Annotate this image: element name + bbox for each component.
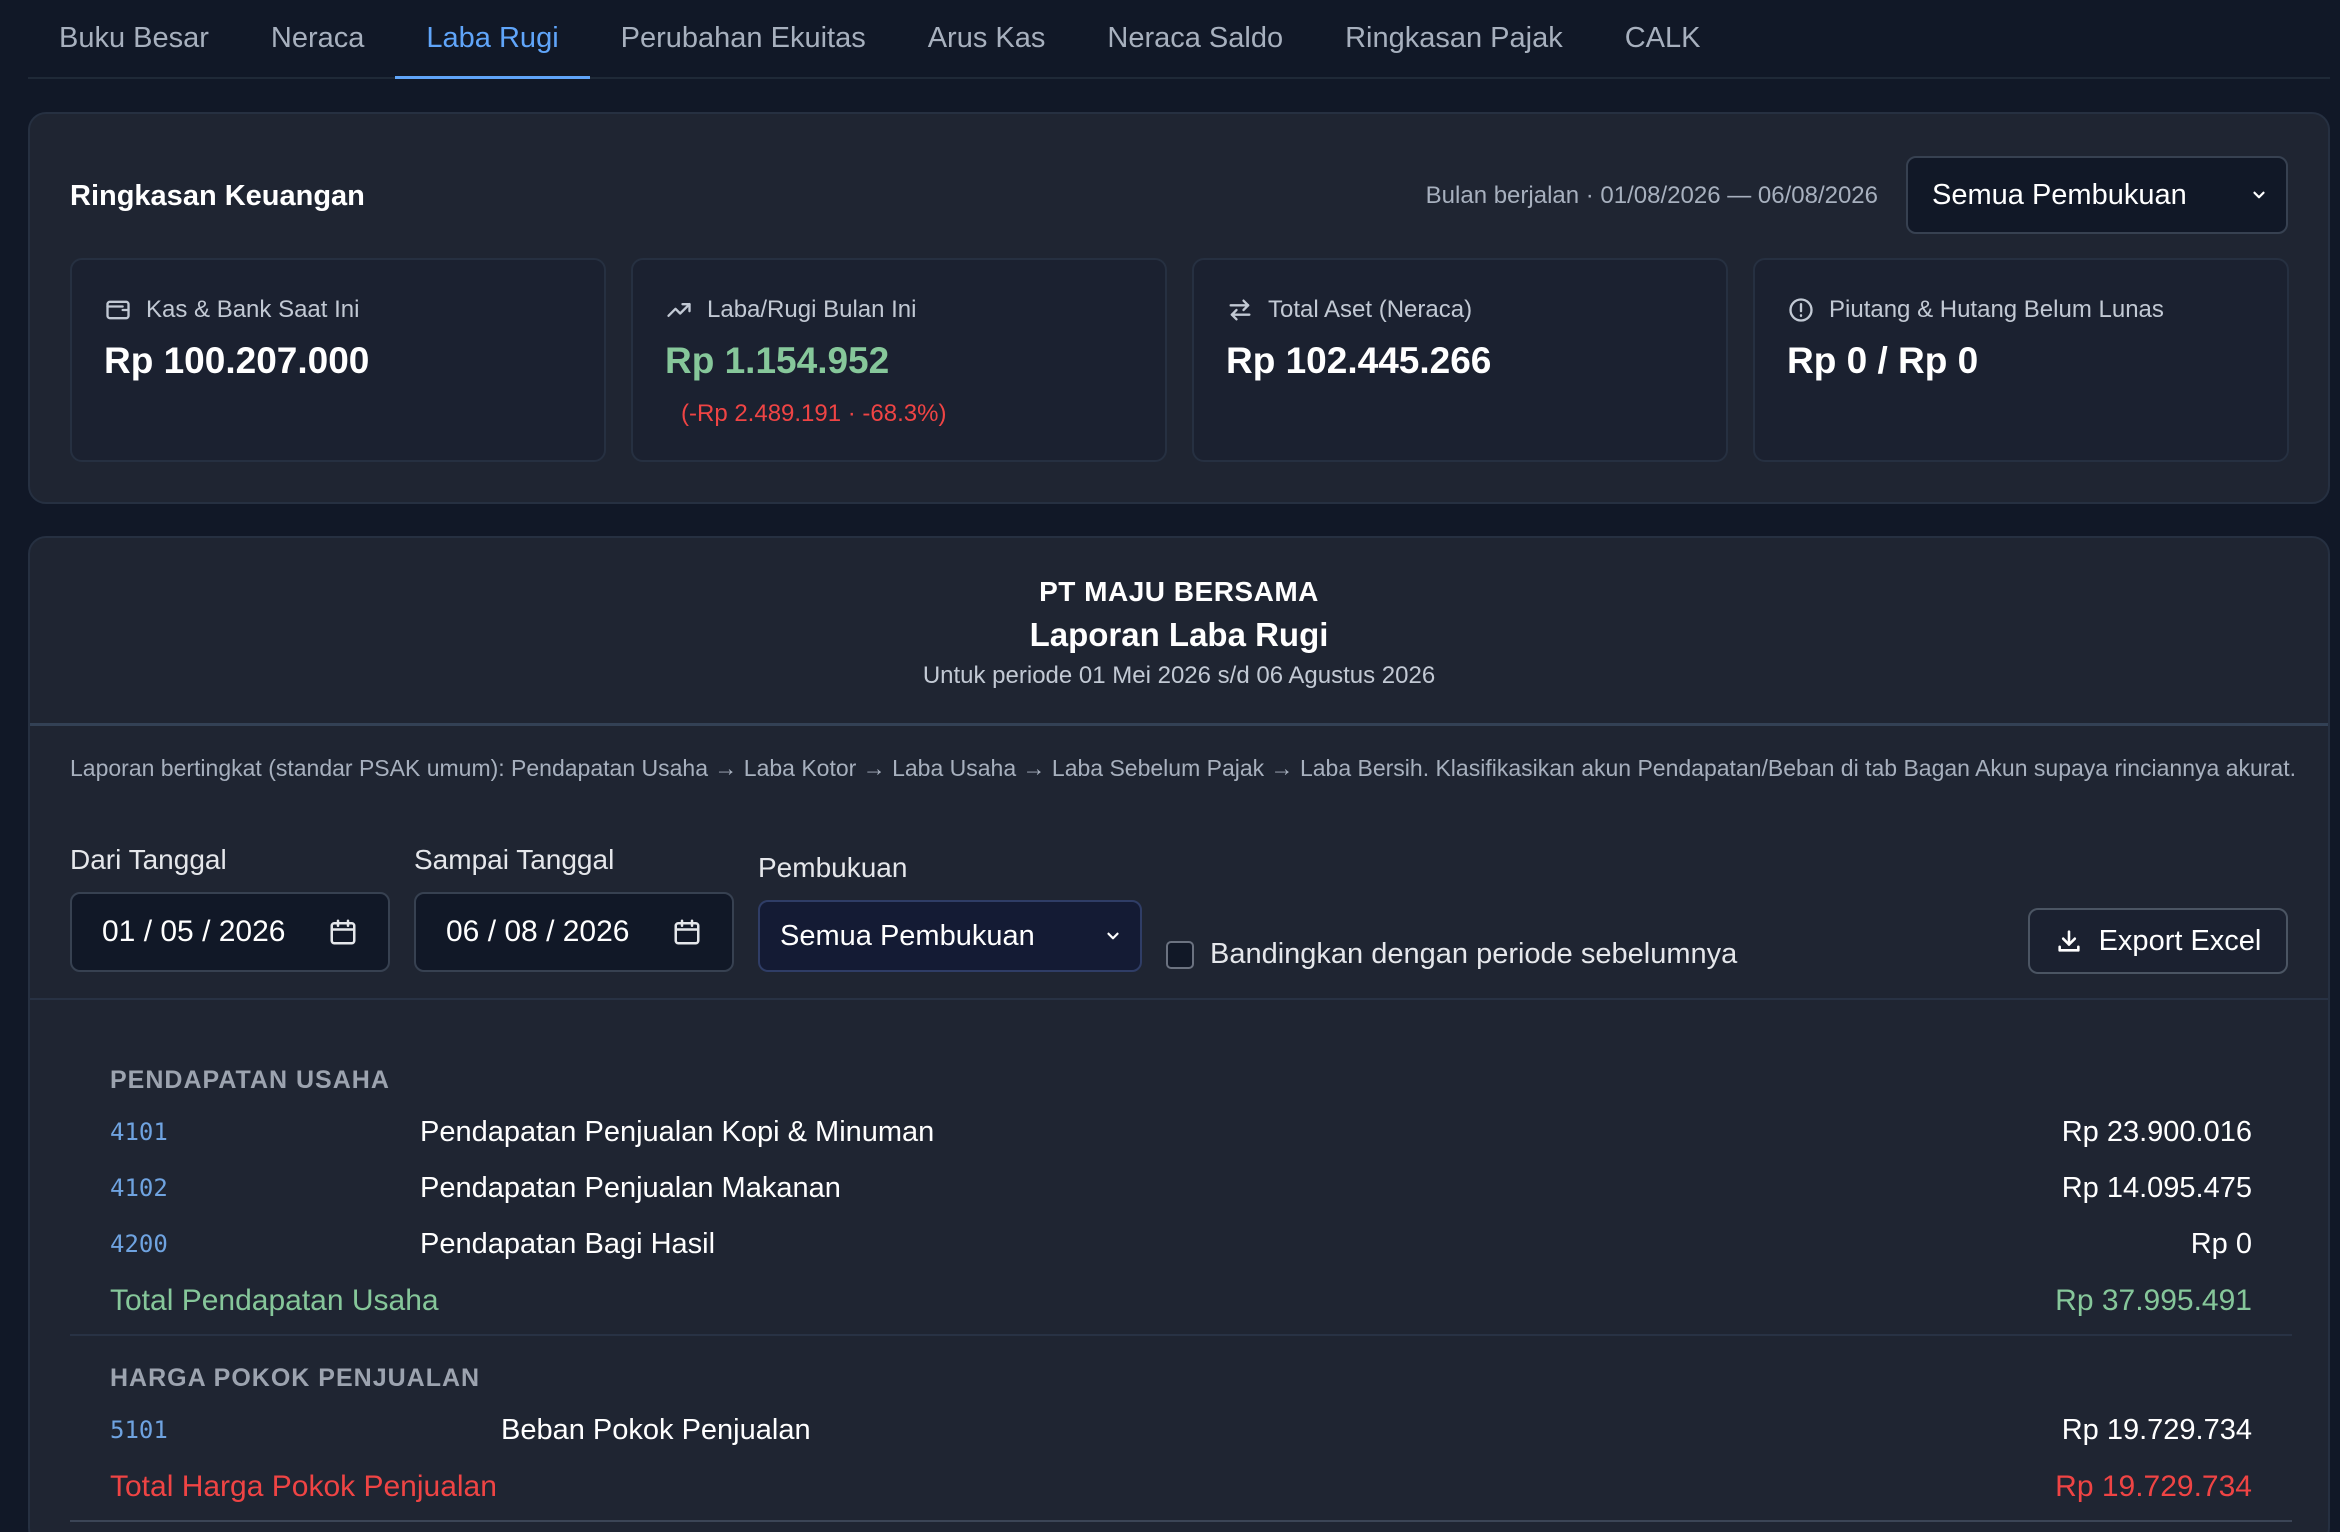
section-heading-revenue: PENDAPATAN USAHA xyxy=(110,1066,390,1094)
export-excel-label: Export Excel xyxy=(2098,924,2262,957)
summary-title: Ringkasan Keuangan xyxy=(70,180,365,212)
total-label: Total Harga Pokok Penjualan xyxy=(110,1470,497,1503)
tab-neraca[interactable]: Neraca xyxy=(240,0,396,77)
calendar-icon[interactable] xyxy=(328,917,358,947)
financial-summary-card: Ringkasan Keuangan Bulan berjalan · 01/0… xyxy=(28,112,2330,504)
tab-perubahan-ekuitas[interactable]: Perubahan Ekuitas xyxy=(590,0,897,77)
trending-up-icon xyxy=(667,303,691,317)
report-title: Laporan Laba Rugi xyxy=(1029,616,1329,653)
account-name: Beban Pokok Penjualan xyxy=(501,1413,811,1446)
report-period: Untuk periode 01 Mei 2026 s/d 06 Agustus… xyxy=(922,662,1436,689)
account-amount: Rp 14.095.475 xyxy=(2061,1171,2252,1204)
summary-ledger-select-value: Semua Pembukuan xyxy=(1932,178,2187,211)
from-date-value: 01 / 05 / 2026 xyxy=(102,915,286,948)
export-excel-button[interactable]: Export Excel xyxy=(2028,908,2288,974)
account-name: Pendapatan Penjualan Makanan xyxy=(420,1171,841,1204)
account-row[interactable]: 4200 Pendapatan Bagi Hasil Rp 0 xyxy=(110,1224,2252,1264)
metric-value: Rp 100.207.000 xyxy=(104,340,370,381)
account-name: Pendapatan Bagi Hasil xyxy=(420,1227,716,1260)
income-statement-card: PT MAJU BERSAMA Laporan Laba Rugi Untuk … xyxy=(28,536,2330,1532)
company-name: PT MAJU BERSAMA xyxy=(1039,576,1319,607)
account-code[interactable]: 4200 xyxy=(110,1230,168,1258)
metric-label-text: Piutang & Hutang Belum Lunas xyxy=(1829,296,2164,323)
divider xyxy=(70,1520,2292,1522)
summary-ledger-select[interactable]: Semua Pembukuan xyxy=(1906,156,2288,234)
total-label: Total Pendapatan Usaha xyxy=(110,1284,439,1317)
metric-receivables-payables: Piutang & Hutang Belum Lunas Rp 0 / Rp 0 xyxy=(1753,258,2289,462)
report-tabs: Buku Besar Neraca Laba Rugi Perubahan Ek… xyxy=(28,0,2330,79)
calendar-icon[interactable] xyxy=(672,917,702,947)
account-amount: Rp 0 xyxy=(2190,1227,2252,1260)
alert-circle-icon xyxy=(1789,298,1813,322)
metric-total-assets: Total Aset (Neraca) Rp 102.445.266 xyxy=(1192,258,1728,462)
metric-label-text: Kas & Bank Saat Ini xyxy=(146,296,360,323)
chevron-down-icon xyxy=(1107,932,1119,940)
account-amount: Rp 23.900.016 xyxy=(2061,1115,2252,1148)
metric-label: Piutang & Hutang Belum Lunas xyxy=(1787,296,2164,324)
account-row[interactable]: 4102 Pendapatan Penjualan Makanan Rp 14.… xyxy=(110,1168,2252,1208)
divider xyxy=(30,998,2328,1000)
account-code[interactable]: 5101 xyxy=(110,1416,168,1444)
section-heading-cogs: HARGA POKOK PENJUALAN xyxy=(110,1364,481,1392)
to-date-label: Sampai Tanggal xyxy=(414,844,615,875)
account-row[interactable]: 5101 Beban Pokok Penjualan Rp 19.729.734 xyxy=(110,1410,2252,1450)
metric-value: Rp 102.445.266 xyxy=(1226,340,1492,381)
account-code[interactable]: 4102 xyxy=(110,1174,168,1202)
account-code[interactable]: 4101 xyxy=(110,1118,168,1146)
tab-neraca-saldo[interactable]: Neraca Saldo xyxy=(1076,0,1314,77)
metric-value: Rp 0 / Rp 0 xyxy=(1787,340,1979,381)
metric-label-text: Total Aset (Neraca) xyxy=(1268,296,1473,323)
tab-buku-besar[interactable]: Buku Besar xyxy=(28,0,240,77)
chevron-down-icon xyxy=(2253,191,2265,199)
metric-profit-loss: Laba/Rugi Bulan Ini Rp 1.154.952 (-Rp 2.… xyxy=(631,258,1167,462)
account-row[interactable]: 4101 Pendapatan Penjualan Kopi & Minuman… xyxy=(110,1112,2252,1152)
report-info-note: Laporan bertingkat (standar PSAK umum): … xyxy=(70,755,2297,781)
tab-arus-kas[interactable]: Arus Kas xyxy=(897,0,1077,77)
account-amount: Rp 19.729.734 xyxy=(2061,1413,2252,1446)
metric-label: Laba/Rugi Bulan Ini xyxy=(665,296,916,324)
tab-calk[interactable]: CALK xyxy=(1594,0,1732,77)
total-revenue-row: Total Pendapatan Usaha Rp 37.995.491 xyxy=(110,1284,2252,1324)
ledger-label: Pembukuan xyxy=(758,852,908,883)
wallet-icon xyxy=(106,300,130,320)
current-period-text: Bulan berjalan · 01/08/2026 — 06/08/2026 xyxy=(1425,182,1878,209)
divider xyxy=(70,1334,2292,1336)
metric-label: Kas & Bank Saat Ini xyxy=(104,296,359,324)
metric-cash-bank: Kas & Bank Saat Ini Rp 100.207.000 xyxy=(70,258,606,462)
total-amount: Rp 19.729.734 xyxy=(2055,1470,2252,1503)
compare-previous-period[interactable]: Bandingkan dengan periode sebelumnya xyxy=(1166,938,1737,971)
total-amount: Rp 37.995.491 xyxy=(2055,1284,2252,1317)
from-date-label: Dari Tanggal xyxy=(70,844,227,875)
metric-change: (-Rp 2.489.191 · -68.3%) xyxy=(681,400,947,427)
from-date-input[interactable]: 01 / 05 / 2026 xyxy=(70,892,390,972)
metric-label-text: Laba/Rugi Bulan Ini xyxy=(707,296,917,323)
to-date-input[interactable]: 06 / 08 / 2026 xyxy=(414,892,734,972)
arrows-exchange-icon xyxy=(1229,299,1251,321)
compare-checkbox[interactable] xyxy=(1166,940,1194,969)
account-name: Pendapatan Penjualan Kopi & Minuman xyxy=(420,1115,935,1148)
metric-value: Rp 1.154.952 xyxy=(665,340,890,381)
metric-label: Total Aset (Neraca) xyxy=(1226,296,1472,324)
compare-label: Bandingkan dengan periode sebelumnya xyxy=(1210,938,1738,970)
download-icon xyxy=(2057,930,2080,952)
report-header: PT MAJU BERSAMA Laporan Laba Rugi Untuk … xyxy=(30,538,2328,726)
total-cogs-row: Total Harga Pokok Penjualan Rp 19.729.73… xyxy=(110,1470,2252,1510)
to-date-value: 06 / 08 / 2026 xyxy=(446,915,630,948)
ledger-select[interactable]: Semua Pembukuan xyxy=(758,900,1142,972)
tab-laba-rugi[interactable]: Laba Rugi xyxy=(395,0,590,79)
tab-ringkasan-pajak[interactable]: Ringkasan Pajak xyxy=(1314,0,1594,77)
ledger-select-value: Semua Pembukuan xyxy=(780,919,1035,952)
